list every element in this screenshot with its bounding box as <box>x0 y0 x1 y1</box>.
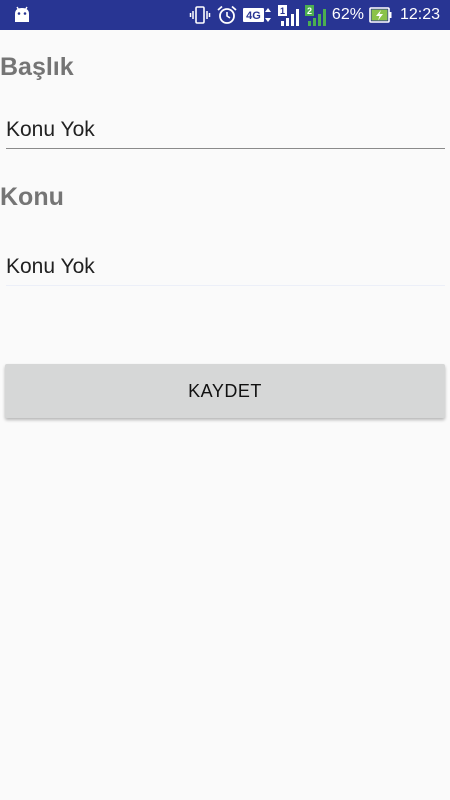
status-bar: 4G 1 2 62% 12:23 <box>0 0 450 30</box>
network-4g-icon: 4G <box>242 5 273 25</box>
clock: 12:23 <box>399 6 440 23</box>
battery-percent: 62% <box>331 6 364 23</box>
android-icon <box>12 6 32 24</box>
topic-field[interactable]: Konu Yok <box>6 250 445 286</box>
svg-text:4G: 4G <box>246 10 261 22</box>
battery-charging-icon <box>369 5 393 25</box>
title-field[interactable]: Konu Yok <box>6 113 445 149</box>
vibrate-icon <box>189 5 211 25</box>
alarm-icon <box>216 5 238 25</box>
signal-sim2-icon: 2 <box>304 5 327 26</box>
signal-sim1-icon: 1 <box>277 5 300 26</box>
topic-label: Konu <box>0 183 64 211</box>
save-button[interactable]: KAYDET <box>5 364 445 418</box>
svg-text:1: 1 <box>280 6 285 16</box>
svg-text:2: 2 <box>307 6 312 16</box>
status-icons: 4G 1 2 62% 12:23 <box>189 0 440 30</box>
title-label: Başlık <box>0 53 74 81</box>
